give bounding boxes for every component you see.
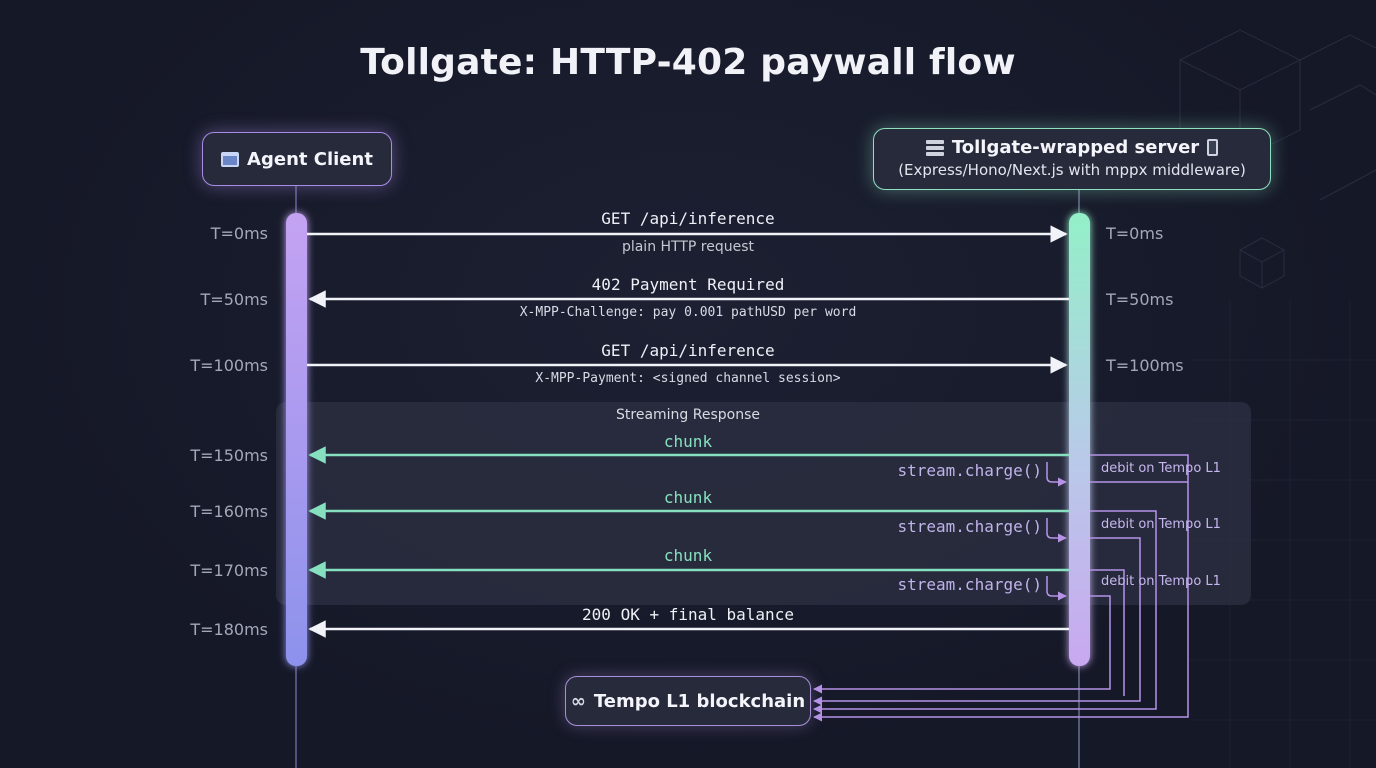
msg-200-ok: 200 OK + final balance xyxy=(582,605,794,624)
app-window-icon xyxy=(221,151,240,167)
client-time-50: T=50ms xyxy=(200,290,268,309)
msg-chunk-1: chunk xyxy=(663,432,713,451)
msg-chunk-3: chunk xyxy=(663,546,713,565)
msg-get-inference-2: GET /api/inference xyxy=(601,341,775,360)
debit-label-1: debit on Tempo L1 xyxy=(1101,461,1221,476)
client-time-0: T=0ms xyxy=(210,224,268,243)
server-box: Tollgate-wrapped server (Express/Hono/Ne… xyxy=(873,128,1271,190)
client-time-180: T=180ms xyxy=(190,620,268,639)
tempo-chain-label: Tempo L1 blockchain xyxy=(593,690,806,712)
server-label: Tollgate-wrapped server xyxy=(951,137,1200,158)
server-rack-icon xyxy=(925,139,944,156)
phone-icon xyxy=(1207,139,1219,156)
agent-client-label: Agent Client xyxy=(247,148,373,170)
charge-label-3: stream.charge() xyxy=(897,575,1043,594)
debit-label-2: debit on Tempo L1 xyxy=(1101,517,1221,532)
tempo-chain-box: ∞ Tempo L1 blockchain xyxy=(565,676,811,726)
msg-get-inference-1-sub: plain HTTP request xyxy=(621,239,755,255)
server-time-100: T=100ms xyxy=(1106,356,1184,375)
msg-payment-header: X-MPP-Payment: <signed channel session> xyxy=(535,371,841,386)
streaming-response-label: Streaming Response xyxy=(616,407,760,423)
charge-label-1: stream.charge() xyxy=(897,461,1043,480)
msg-402-challenge: X-MPP-Challenge: pay 0.001 pathUSD per w… xyxy=(519,305,857,320)
debit-label-3: debit on Tempo L1 xyxy=(1101,574,1221,589)
msg-chunk-2: chunk xyxy=(663,488,713,507)
link-icon: ∞ xyxy=(570,690,586,712)
server-time-0: T=0ms xyxy=(1106,224,1164,243)
server-subtitle: (Express/Hono/Next.js with mppx middlewa… xyxy=(898,161,1246,179)
client-time-150: T=150ms xyxy=(190,446,268,465)
client-time-170: T=170ms xyxy=(190,561,268,580)
page-title: Tollgate: HTTP-402 paywall flow xyxy=(360,42,1016,83)
charge-label-2: stream.charge() xyxy=(897,517,1043,536)
client-time-100: T=100ms xyxy=(190,356,268,375)
client-time-160: T=160ms xyxy=(190,502,268,521)
agent-client-box: Agent Client xyxy=(202,132,392,186)
msg-get-inference-1: GET /api/inference xyxy=(601,209,775,228)
msg-402-payment-required: 402 Payment Required xyxy=(591,275,785,294)
server-time-50: T=50ms xyxy=(1106,290,1174,309)
